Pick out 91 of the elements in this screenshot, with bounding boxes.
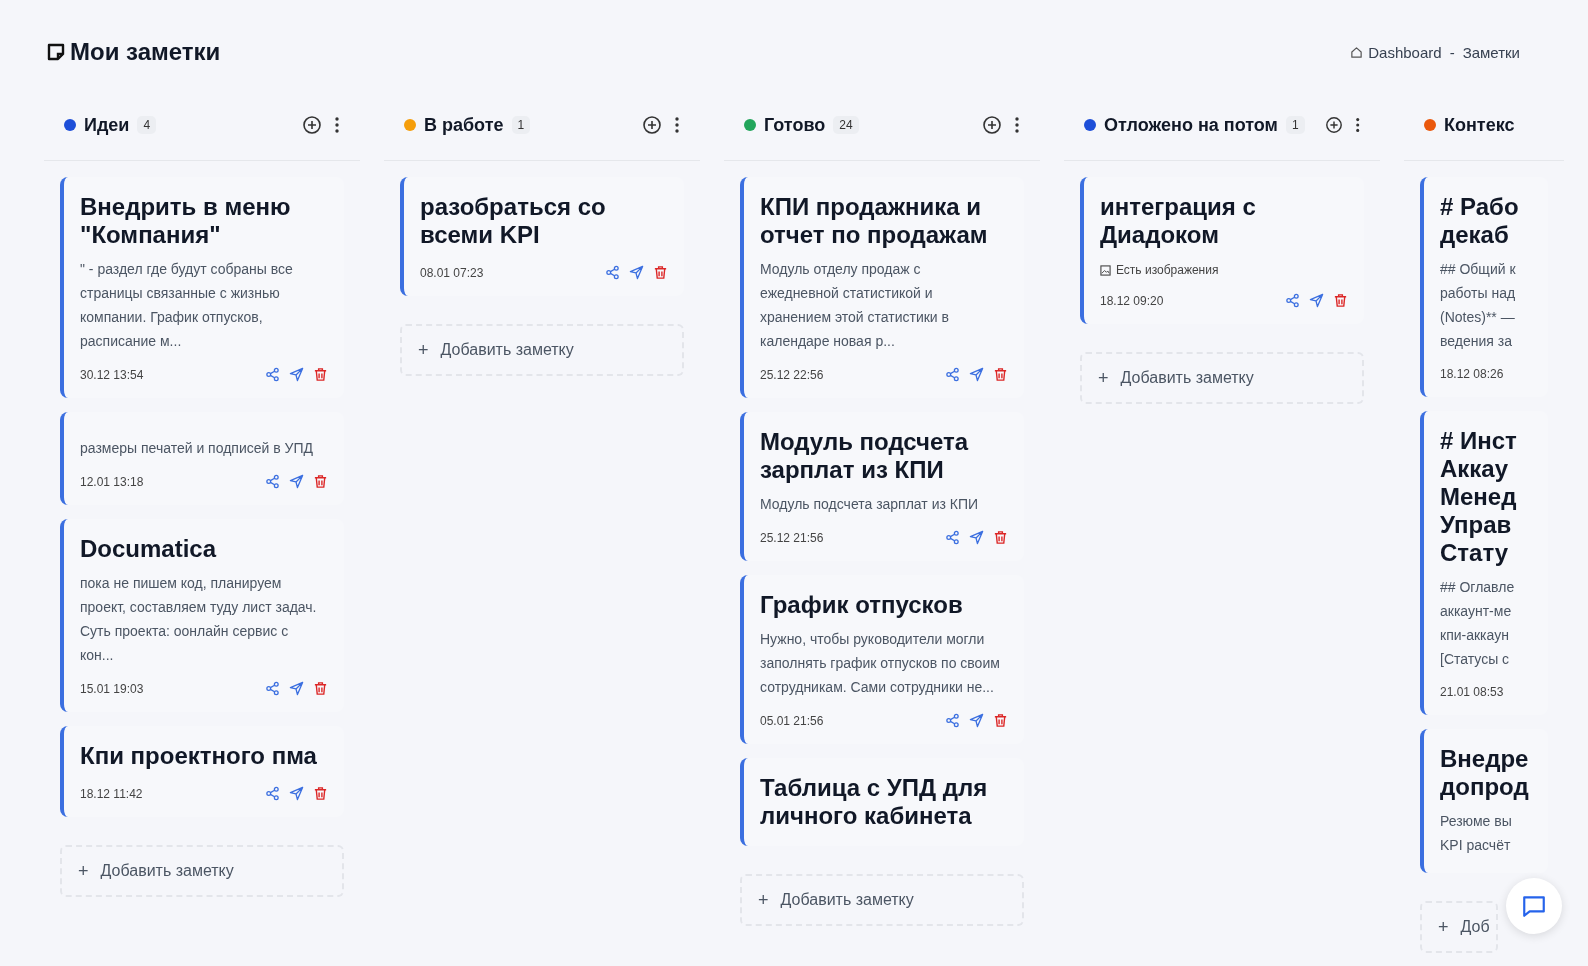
note-title: Модуль подсчета зарплат из КПИ	[760, 428, 970, 484]
breadcrumb-separator: -	[1449, 43, 1455, 61]
note-preview: Модуль подсчета зарплат из КПИ	[760, 495, 980, 514]
note-date: 30.12 13:54	[80, 367, 144, 382]
count-badge: 24	[833, 116, 859, 134]
note-preview: пока не пишем код, планируем проект, составляем туду лист задач. Суть проекта: оонлайн сервис с кон...	[80, 574, 318, 665]
share-icon[interactable]	[265, 786, 280, 801]
share-icon[interactable]	[945, 713, 960, 728]
page-title: Мои заметки	[70, 38, 221, 66]
note-title: Documatica	[80, 535, 218, 563]
send-icon[interactable]	[1309, 293, 1324, 308]
note-date: 25.12 22:56	[760, 367, 824, 382]
more-icon[interactable]	[1354, 115, 1360, 135]
column-title: В работе	[424, 114, 504, 136]
note-preview: Модуль отделу продаж с ежедневной статистикой и хранением этой статистики в календаре новая р...	[760, 260, 950, 351]
send-icon[interactable]	[289, 474, 304, 489]
delete-icon[interactable]	[313, 367, 328, 382]
note-title: # Рабо декаб	[1440, 193, 1520, 249]
chat-button[interactable]	[1506, 878, 1562, 934]
note-title: Внедрить в меню "Компания"	[80, 193, 292, 249]
send-icon[interactable]	[289, 367, 304, 382]
send-icon[interactable]	[969, 713, 984, 728]
share-icon[interactable]	[945, 367, 960, 382]
note-preview: Резюме вы KPI расчёт	[1440, 812, 1513, 855]
note-title: Внедре допрод	[1440, 745, 1530, 801]
add-note-button[interactable]: + Добавить заметку	[400, 324, 684, 376]
share-icon[interactable]	[265, 474, 280, 489]
note-date: 25.12 21:56	[760, 530, 824, 545]
delete-icon[interactable]	[993, 713, 1008, 728]
note-date: 18.12 09:20	[1100, 293, 1164, 308]
image-icon	[1100, 264, 1111, 276]
note-title: Кпи проектного пма	[80, 742, 318, 770]
share-icon[interactable]	[1285, 293, 1300, 308]
share-icon[interactable]	[265, 681, 280, 696]
note-date: 08.01 07:23	[420, 265, 484, 280]
column-title: Отложено на потом	[1104, 114, 1278, 136]
add-icon[interactable]	[1324, 115, 1343, 135]
share-icon[interactable]	[605, 265, 620, 280]
add-icon[interactable]	[302, 115, 322, 135]
breadcrumb-current: Заметки	[1462, 43, 1520, 61]
note-preview: Нужно, чтобы руководители могли заполнять график отпусков по своим сотрудникам. Сами сотрудники не...	[760, 630, 1000, 697]
chat-icon	[1521, 893, 1547, 919]
add-note-button[interactable]: + Добавить заметку	[60, 845, 344, 897]
note-title: интеграция с Диадоком	[1100, 193, 1257, 249]
send-icon[interactable]	[969, 367, 984, 382]
note-date: 05.01 21:56	[760, 713, 824, 728]
add-icon[interactable]	[642, 115, 662, 135]
note-preview: " - раздел где будут собраны все страницы связанные с жизнью компании. График отпусков, расписание м...	[80, 260, 294, 351]
more-icon[interactable]	[674, 115, 680, 135]
note-title: # Инст Аккау Менед Управ Стату	[1440, 427, 1518, 567]
count-badge: 1	[1285, 116, 1305, 134]
more-icon[interactable]	[334, 115, 340, 135]
add-note-button[interactable]: + Доб	[1420, 901, 1498, 953]
send-icon[interactable]	[629, 265, 644, 280]
delete-icon[interactable]	[313, 681, 328, 696]
count-badge: 1	[511, 116, 531, 134]
note-preview: ## Общий к работы над (Notes)** — ведения за	[1440, 260, 1517, 351]
note-date: 15.01 19:03	[80, 681, 144, 696]
add-note-button[interactable]: + Добавить заметку	[740, 874, 1024, 926]
column-title: Идеи	[84, 114, 130, 136]
send-icon[interactable]	[289, 786, 304, 801]
delete-icon[interactable]	[313, 474, 328, 489]
note-preview: ## Оглавле аккаунт-ме кпи-аккаун [Статусы с	[1440, 578, 1516, 669]
share-icon[interactable]	[945, 530, 960, 545]
delete-icon[interactable]	[653, 265, 668, 280]
note-title: График отпусков	[760, 591, 964, 619]
add-icon[interactable]	[982, 115, 1002, 135]
delete-icon[interactable]	[1333, 293, 1348, 308]
note-title: КПИ продажника и отчет по продажам	[760, 193, 989, 249]
delete-icon[interactable]	[993, 530, 1008, 545]
more-icon[interactable]	[1014, 115, 1020, 135]
add-note-button[interactable]: + Добавить заметку	[1080, 352, 1364, 404]
home-icon	[1350, 45, 1364, 59]
note-date: 18.12 11:42	[80, 786, 143, 801]
image-note: Есть изображения	[1116, 263, 1219, 277]
note-icon	[46, 42, 66, 62]
send-icon[interactable]	[289, 681, 304, 696]
note-date: 18.12 08:26	[1440, 367, 1504, 381]
share-icon[interactable]	[265, 367, 280, 382]
note-title: разобраться со всеми KPI	[420, 193, 607, 249]
send-icon[interactable]	[969, 530, 984, 545]
breadcrumb-link[interactable]: Dashboard	[1350, 43, 1442, 61]
delete-icon[interactable]	[313, 786, 328, 801]
note-date: 12.01 13:18	[80, 474, 144, 489]
delete-icon[interactable]	[993, 367, 1008, 382]
note-title: Таблица с УПД для личного кабинета	[760, 774, 989, 830]
column-title: Готово	[764, 114, 826, 136]
note-preview: размеры печатей и подписей в УПД	[80, 439, 314, 458]
count-badge: 4	[137, 116, 157, 134]
note-date: 21.01 08:53	[1440, 685, 1504, 699]
column-title: Контекс	[1444, 114, 1515, 136]
